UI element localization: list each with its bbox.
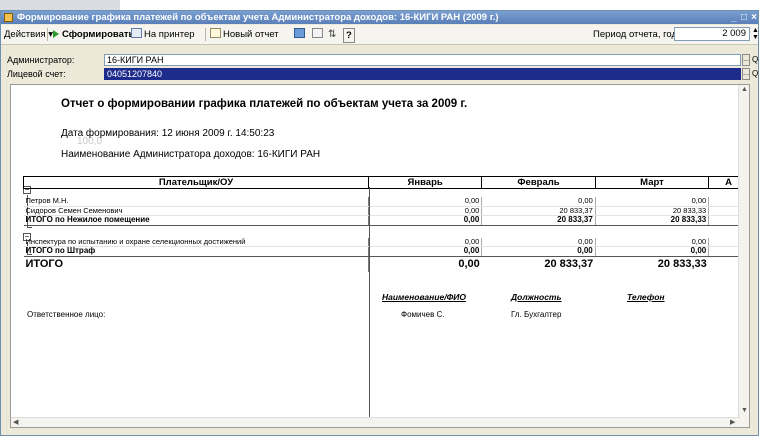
month-cell: 20 833,33 (595, 206, 710, 216)
month-cell: 0,00 (368, 215, 483, 226)
signature-name-header: Наименование/ФИО (382, 292, 466, 302)
responsible-name: Фомичев С. (401, 310, 445, 319)
print-label: На принтер (144, 29, 195, 40)
month-cell: 0,00 (481, 197, 596, 207)
report-window: Формирование графика платежей по объекта… (0, 10, 759, 436)
app-icon (4, 13, 13, 22)
responsible-label: Ответственное лицо: (27, 310, 106, 319)
month-cell: 0,00 (595, 197, 710, 207)
payer-cell: ИТОГО по Нежилое помещение (23, 215, 369, 226)
month-cell: 0,00 (595, 237, 710, 247)
account-field[interactable]: 04051207840 (104, 68, 741, 80)
account-open-icon[interactable]: Q (752, 68, 759, 80)
table-header: Плательщик/ОУ Январь Февраль Март А (23, 176, 749, 189)
month-cell: 0,00 (368, 246, 483, 257)
title-bar: Формирование графика платежей по объекта… (1, 11, 758, 24)
column-divider (369, 187, 370, 427)
month-cell: 0,00 (595, 246, 710, 257)
month-total: 20 833,37 (544, 257, 594, 270)
copy-icon (312, 28, 323, 38)
toolbar: Действия ▾ Сформировать На принтер Новый… (1, 25, 759, 45)
report-title: Отчет о формировании графика платежей по… (61, 98, 468, 110)
column-header: Март (594, 176, 710, 189)
signature-phone-header: Телефон (627, 292, 665, 302)
month-cell: 0,00 (481, 246, 596, 257)
window-title: Формирование графика платежей по объекта… (17, 12, 499, 23)
new-report-icon (210, 28, 221, 38)
table-row[interactable]: Петров М.Н. 0,00 0,00 0,00 (23, 197, 749, 207)
month-cell: 0,00 (368, 197, 483, 207)
admin-open-icon[interactable]: Q (752, 54, 759, 66)
scroll-down-icon[interactable]: ▼ (741, 407, 748, 414)
grand-total-label: ИТОГО (23, 256, 369, 272)
table-row[interactable]: Инспектура по испытанию и охране селекци… (23, 237, 749, 247)
month-total: 0,00 (458, 257, 480, 270)
account-row: Лицевой счет: 04051207840 ... Q (1, 68, 758, 81)
admin-select-button[interactable]: ... (742, 54, 750, 66)
report-admin: Наименование Администратора доходов: 16-… (61, 149, 321, 160)
responsible-position: Гл. Бухгалтер (511, 310, 562, 319)
payer-cell: Петров М.Н. (23, 197, 369, 207)
sort-button[interactable]: ⇅ (328, 28, 336, 41)
period-label: Период отчета, год: (593, 29, 680, 40)
report-document[interactable]: 100,0 Отчет о формировании графика плате… (10, 84, 750, 428)
report-date: Дата формирования: 12 июня 2009 г. 14:50… (61, 128, 275, 139)
table-row[interactable]: Сидоров Семен Семенович 0,00 20 833,37 2… (23, 206, 749, 216)
scroll-right-icon[interactable]: ▶ (730, 418, 735, 426)
month-cell: 0,00 (368, 237, 483, 247)
printer-icon (131, 28, 142, 38)
play-icon (53, 30, 59, 38)
account-label: Лицевой счет: (7, 69, 66, 79)
column-header: Январь (367, 176, 483, 189)
payer-cell: Инспектура по испытанию и охране селекци… (23, 237, 369, 247)
close-button[interactable]: × (748, 11, 758, 24)
column-header: Плательщик/ОУ (23, 176, 369, 189)
period-spinner[interactable]: ▲ ▼ (752, 27, 759, 41)
admin-row: Администратор: 16-КИГИ РАН ... Q (1, 54, 758, 67)
settings-button[interactable] (294, 28, 307, 41)
month-total: 20 833,33 (657, 257, 707, 270)
month-cell: 0,00 (368, 206, 483, 216)
generate-label: Сформировать (62, 29, 135, 40)
horizontal-scrollbar[interactable]: ◀ ▶ (11, 417, 740, 427)
copy-button[interactable] (312, 28, 325, 41)
scroll-up-icon[interactable]: ▲ (741, 86, 748, 93)
subtotal-row[interactable]: ИТОГО по Штраф 0,00 0,00 0,00 (23, 246, 749, 257)
payer-cell: ИТОГО по Штраф (23, 246, 369, 257)
month-cell: 20 833,37 (481, 215, 596, 226)
actions-menu[interactable]: Действия ▾ (4, 28, 53, 41)
vertical-scrollbar[interactable]: ▲ ▼ (738, 85, 749, 427)
month-cell: 20 833,33 (595, 215, 710, 226)
new-report-label: Новый отчет (223, 29, 279, 40)
account-select-button[interactable]: ... (742, 68, 750, 80)
period-year-input[interactable]: 2 009 (674, 27, 750, 41)
month-cell: 20 833,37 (481, 206, 596, 216)
help-button[interactable]: ? (343, 28, 355, 43)
print-button[interactable]: На принтер (131, 28, 195, 41)
payer-cell: Сидоров Семен Семенович (23, 206, 369, 216)
generate-button[interactable]: Сформировать (53, 28, 134, 41)
admin-field[interactable]: 16-КИГИ РАН (104, 54, 741, 66)
signature-position-header: Должность (511, 292, 562, 302)
admin-label: Администратор: (7, 55, 75, 65)
month-cell: 0,00 (481, 237, 596, 247)
column-header: Февраль (481, 176, 596, 189)
grand-total-row[interactable]: ИТОГО 0,00 20 833,37 20 833,33 (23, 256, 749, 272)
settings-icon (294, 28, 305, 38)
scroll-left-icon[interactable]: ◀ (13, 418, 18, 426)
report-table: Плательщик/ОУ Январь Февраль Март А Петр… (23, 176, 749, 272)
subtotal-row[interactable]: ИТОГО по Нежилое помещение 0,00 20 833,3… (23, 215, 749, 226)
sort-icon: ⇅ (328, 29, 337, 40)
new-report-button[interactable]: Новый отчет (210, 28, 279, 41)
